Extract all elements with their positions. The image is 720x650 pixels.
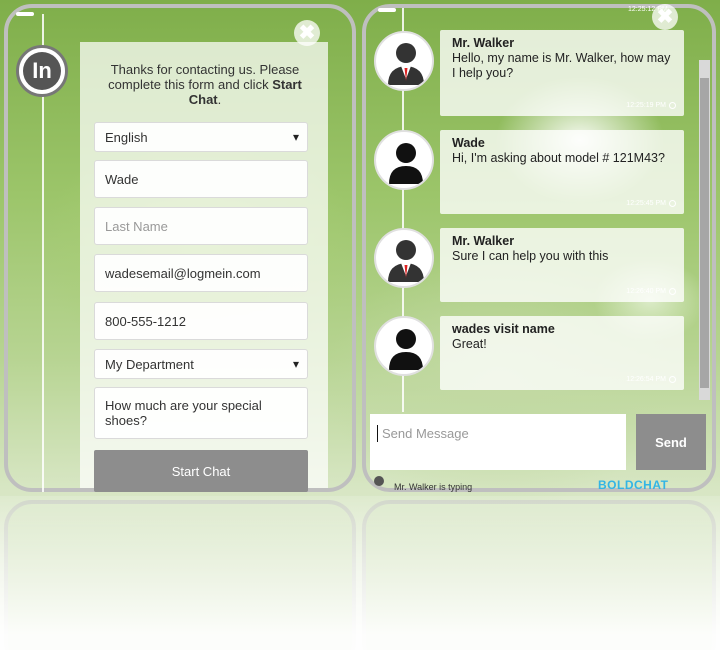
message-text: Sure I can help you with this (452, 249, 609, 263)
first-name-value: Wade (105, 171, 139, 187)
typing-indicator: Mr. Walker is typing (394, 482, 473, 492)
agent-avatar (374, 228, 434, 288)
message-input[interactable]: Send Message (370, 414, 626, 470)
logmein-logo: In (16, 45, 68, 97)
reflection-fade (0, 496, 720, 650)
message-time-text: 12:26:54 PM (626, 376, 666, 383)
message-sender: Mr. Walker (452, 36, 515, 50)
typing-indicator-icon (374, 476, 384, 486)
message-bubble: wades visit name Great! 12:26:54 PM (440, 316, 684, 390)
last-name-field[interactable]: Last Name (94, 207, 308, 245)
clock-icon (669, 288, 676, 295)
send-button[interactable]: Send (636, 414, 706, 470)
minimize-icon[interactable] (16, 12, 34, 16)
language-select[interactable]: English (94, 122, 308, 152)
message-sender: wades visit name (452, 322, 555, 336)
logo-text: In (23, 52, 61, 90)
message-input-placeholder: Send Message (382, 426, 469, 441)
message-time: 12:26:54 PM (626, 372, 676, 387)
question-textarea[interactable]: How much are your special shoes? (94, 387, 308, 439)
start-chat-button[interactable]: Start Chat (94, 450, 308, 492)
intro-text-end: . (217, 92, 222, 107)
message-time-text: 12:25:19 PM (626, 102, 666, 109)
phone-value: 800-555-1212 (105, 313, 186, 329)
first-name-field[interactable]: Wade (94, 160, 308, 198)
clock-icon (669, 102, 676, 109)
department-select[interactable]: My Department (94, 349, 308, 379)
send-label: Send (655, 434, 687, 450)
department-value: My Department (105, 356, 194, 372)
email-value: wadesemail@logmein.com (105, 265, 261, 281)
message-bubble: Mr. Walker Sure I can help you with this… (440, 228, 684, 302)
top-timestamp: 12:25:12 PM (628, 6, 668, 13)
message-sender: Wade (452, 136, 485, 150)
clock-icon (669, 376, 676, 383)
chat-scrollbar[interactable] (699, 60, 710, 400)
scrollbar-thumb[interactable] (700, 78, 709, 388)
boldchat-logo: BOLDCHAT (598, 478, 669, 492)
question-value: How much are your special shoes? (105, 398, 262, 428)
intro-text: Thanks for contacting us. Please complet… (92, 62, 318, 107)
message-time: 12:25:19 PM (626, 98, 676, 113)
message-time: 12:26:40 PM (626, 284, 676, 299)
agent-avatar (374, 31, 434, 91)
stage: ✖ In Thanks for contacting us. Please co… (0, 0, 720, 650)
chat-minimize-icon[interactable] (378, 8, 396, 12)
last-name-placeholder: Last Name (105, 218, 168, 234)
message-sender: Mr. Walker (452, 234, 515, 248)
message-time-text: 12:25:45 PM (626, 200, 666, 207)
intro-text-part1: Thanks for contacting us. Please complet… (108, 62, 300, 92)
message-text: Hello, my name is Mr. Walker, how may I … (452, 51, 671, 80)
message-bubble: Wade Hi, I'm asking about model # 121M43… (440, 130, 684, 214)
message-time: 12:25:45 PM (626, 196, 676, 211)
message-bubble: Mr. Walker Hello, my name is Mr. Walker,… (440, 30, 684, 116)
message-time-text: 12:26:40 PM (626, 288, 666, 295)
message-text: Hi, I'm asking about model # 121M43? (452, 151, 665, 165)
message-text: Great! (452, 337, 487, 351)
text-caret (377, 425, 378, 442)
clock-icon (669, 200, 676, 207)
email-field[interactable]: wadesemail@logmein.com (94, 254, 308, 292)
language-value: English (105, 129, 148, 145)
start-chat-label: Start Chat (171, 463, 231, 479)
phone-field[interactable]: 800-555-1212 (94, 302, 308, 340)
visitor-avatar (374, 130, 434, 190)
visitor-avatar (374, 316, 434, 376)
